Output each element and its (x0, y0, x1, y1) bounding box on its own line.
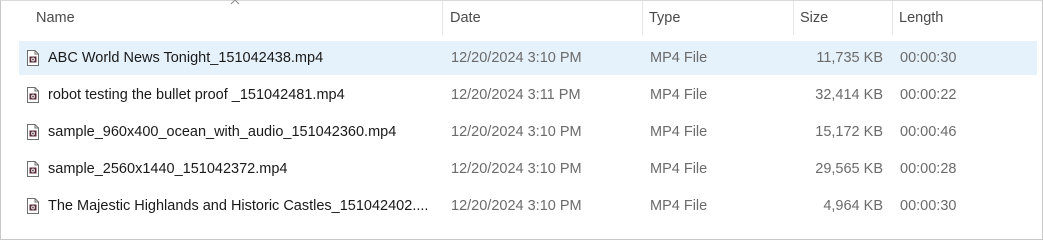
file-type: MP4 File (650, 124, 708, 140)
file-date: 12/20/2024 3:10 PM (451, 50, 582, 66)
file-size: 11,735 KB (816, 50, 883, 66)
video-file-icon (27, 161, 39, 177)
file-type: MP4 File (650, 87, 708, 103)
column-header-length[interactable]: Length (893, 1, 1033, 35)
file-row[interactable]: sample_2560x1440_151042372.mp4 12/20/202… (19, 152, 1037, 186)
file-size: 15,172 KB (815, 124, 883, 140)
file-name[interactable]: robot testing the bullet proof _15104248… (48, 78, 434, 112)
file-type: MP4 File (650, 161, 708, 177)
column-header-name[interactable]: Name (30, 1, 442, 35)
file-length: 00:00:30 (900, 198, 957, 214)
file-size: 29,565 KB (815, 161, 883, 177)
video-file-icon (27, 124, 39, 140)
file-name[interactable]: sample_960x400_ocean_with_audio_15104236… (48, 115, 434, 149)
file-size: 4,964 KB (823, 198, 883, 214)
video-file-icon (27, 198, 39, 214)
file-length: 00:00:28 (900, 161, 957, 177)
file-row[interactable]: sample_960x400_ocean_with_audio_15104236… (19, 115, 1037, 149)
column-header-type[interactable]: Type (643, 1, 793, 35)
column-header-date[interactable]: Date (444, 1, 642, 35)
column-header-size[interactable]: Size (794, 1, 892, 35)
file-type: MP4 File (650, 198, 708, 214)
file-name[interactable]: The Majestic Highlands and Historic Cast… (48, 189, 434, 223)
column-header-row: Name Date Type Size Length (1, 0, 1042, 35)
file-name[interactable]: ABC World News Tonight_151042438.mp4 (48, 41, 434, 75)
file-list-view: Name Date Type Size Length ABC World New… (0, 0, 1043, 240)
file-length: 00:00:22 (900, 87, 957, 103)
video-file-icon (27, 87, 39, 103)
file-row[interactable]: ABC World News Tonight_151042438.mp4 12/… (19, 41, 1037, 75)
file-size: 32,414 KB (815, 87, 883, 103)
file-date: 12/20/2024 3:11 PM (451, 87, 581, 103)
file-date: 12/20/2024 3:10 PM (451, 124, 582, 140)
file-length: 00:00:46 (900, 124, 957, 140)
file-date: 12/20/2024 3:10 PM (451, 198, 582, 214)
file-name[interactable]: sample_2560x1440_151042372.mp4 (48, 152, 434, 186)
file-length: 00:00:30 (900, 50, 957, 66)
file-type: MP4 File (650, 50, 708, 66)
video-file-icon (27, 50, 39, 66)
column-divider[interactable] (442, 1, 443, 35)
file-date: 12/20/2024 3:10 PM (451, 161, 582, 177)
file-row[interactable]: The Majestic Highlands and Historic Cast… (19, 189, 1037, 223)
file-row[interactable]: robot testing the bullet proof _15104248… (19, 78, 1037, 112)
